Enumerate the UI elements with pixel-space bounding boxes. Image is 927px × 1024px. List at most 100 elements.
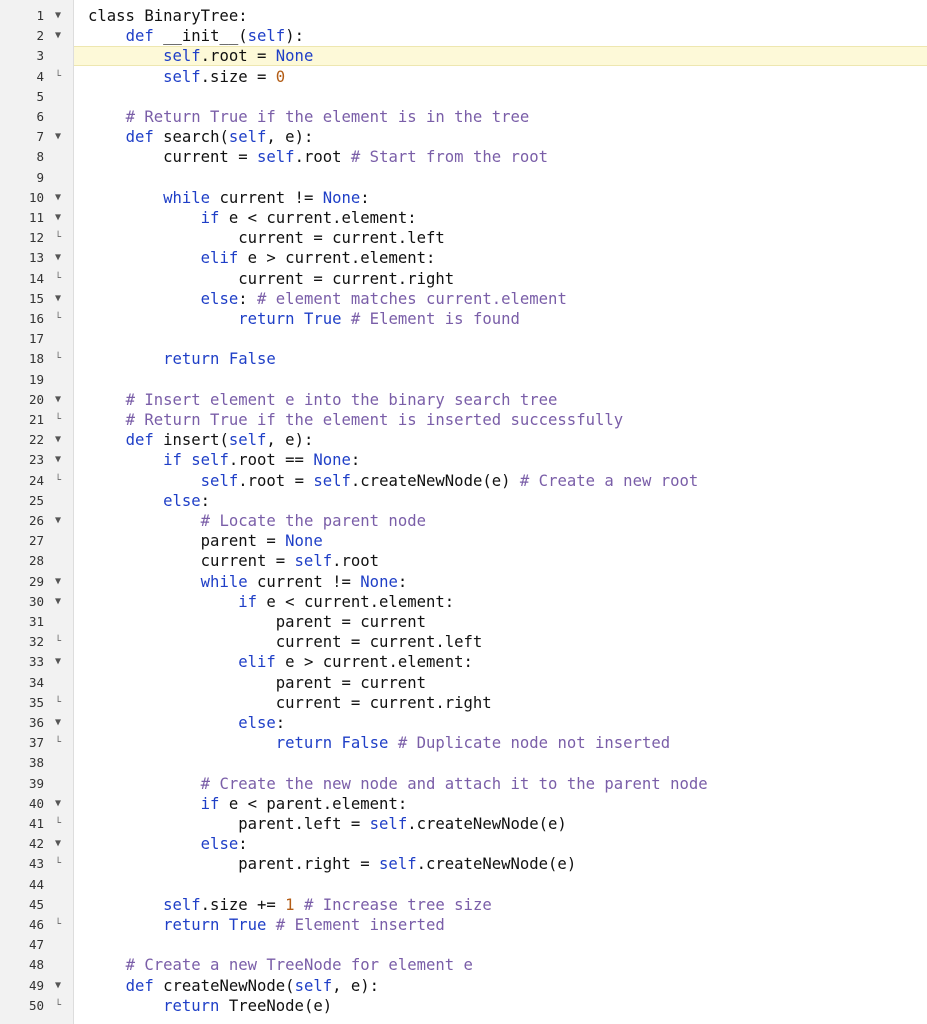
fold-arrow-icon[interactable]: ▼ (52, 248, 64, 268)
line-number: 21 (28, 412, 44, 427)
fold-arrow-icon[interactable]: ▼ (52, 188, 64, 208)
line-number: 43 (28, 856, 44, 872)
code-line[interactable]: def search(self, e): (74, 127, 927, 147)
line-number: 4 (36, 68, 44, 84)
code-line[interactable]: if self.root == None: (74, 450, 927, 470)
code-token: if (238, 592, 257, 611)
code-line[interactable]: current = current.left (74, 632, 927, 652)
code-line[interactable]: if e < parent.element: (74, 794, 927, 814)
code-token: current != (247, 572, 361, 591)
code-line[interactable]: # Return True if the element is in the t… (74, 107, 927, 127)
code-line[interactable]: parent = current (74, 673, 927, 693)
line-number: 17 (28, 331, 44, 347)
code-line[interactable]: def insert(self, e): (74, 430, 927, 450)
code-token: search( (153, 128, 229, 147)
code-line[interactable]: parent = None (74, 531, 927, 551)
code-token: # Return True if the element is in the t… (125, 108, 530, 126)
code-line[interactable]: parent.right = self.createNewNode(e) (74, 854, 927, 874)
code-token: .root = (238, 471, 314, 490)
code-line[interactable]: current = self.root # Start from the roo… (74, 147, 927, 167)
code-token: : (238, 289, 258, 308)
fold-arrow-icon[interactable]: ▼ (52, 572, 64, 592)
code-line[interactable]: return True # Element is found (74, 309, 927, 329)
fold-arrow-icon[interactable]: ▼ (52, 390, 64, 410)
code-line[interactable]: # Create a new TreeNode for element e (74, 955, 927, 975)
code-line[interactable]: return False (74, 349, 927, 369)
fold-arrow-icon[interactable]: ▼ (52, 450, 64, 470)
line-number: 12 (28, 230, 44, 246)
code-line[interactable]: if e < current.element: (74, 208, 927, 228)
code-line[interactable]: current = current.right (74, 693, 927, 713)
code-line[interactable] (74, 935, 927, 955)
code-line[interactable]: self.size = 0 (74, 67, 927, 87)
code-line[interactable]: # Insert element e into the binary searc… (74, 390, 927, 410)
line-number: 10 (28, 189, 44, 205)
fold-arrow-icon[interactable]: ▼ (52, 6, 64, 26)
code-line[interactable] (74, 329, 927, 349)
code-token: # Create a new TreeNode for element e (125, 956, 473, 975)
fold-arrow-icon[interactable]: ▼ (52, 26, 64, 46)
code-token: else (200, 289, 239, 308)
code-line[interactable]: class BinaryTree: (74, 6, 927, 26)
code-line[interactable] (74, 875, 927, 895)
code-line[interactable]: # Return True if the element is inserted… (74, 410, 927, 430)
code-line[interactable]: # Create the new node and attach it to t… (74, 774, 927, 794)
line-number: 37 (28, 735, 44, 751)
code-token: e < parent.element: (219, 794, 408, 813)
code-line[interactable]: else: # element matches current.element (74, 289, 927, 309)
code-token: .root = (200, 47, 276, 66)
line-number: 19 (28, 371, 44, 387)
fold-arrow-icon[interactable]: ▼ (52, 713, 64, 733)
code-line[interactable]: # Locate the parent node (74, 511, 927, 531)
code-token: current = current.left (88, 229, 445, 248)
line-number: 41 (28, 816, 44, 831)
code-line[interactable]: parent = current (74, 612, 927, 632)
code-line[interactable] (74, 753, 927, 773)
fold-arrow-icon[interactable]: ▼ (52, 976, 64, 996)
code-token: if (200, 209, 220, 227)
code-line[interactable]: if e < current.element: (74, 592, 927, 612)
code-line[interactable]: current = current.left (74, 228, 927, 248)
code-line[interactable]: return True # Element inserted (74, 915, 927, 935)
code-line[interactable] (74, 87, 927, 107)
code-line[interactable]: elif e > current.element: (74, 248, 927, 268)
line-number: 36 (28, 715, 44, 730)
code-line[interactable]: while current != None: (74, 572, 927, 592)
code-line[interactable]: def __init__(self): (74, 26, 927, 46)
code-line[interactable]: while current != None: (74, 188, 927, 208)
fold-arrow-icon[interactable]: ▼ (52, 289, 64, 309)
code-line[interactable]: self.root = self.createNewNode(e) # Crea… (74, 471, 927, 491)
code-line[interactable]: self.root = None (74, 46, 927, 67)
fold-arrow-icon[interactable]: ▼ (52, 127, 64, 147)
code-line[interactable]: self.size += 1 # Increase tree size (74, 895, 927, 915)
fold-arrow-icon[interactable]: ▼ (52, 834, 64, 854)
code-token: : (350, 451, 361, 470)
fold-arrow-icon[interactable]: ▼ (52, 208, 64, 228)
code-token: .size += (200, 895, 286, 914)
code-line[interactable]: else: (74, 834, 927, 854)
code-area[interactable]: class BinaryTree: def __init__(self): se… (74, 0, 927, 1024)
code-line[interactable]: def createNewNode(self, e): (74, 976, 927, 996)
code-token: createNewNode( (153, 976, 295, 995)
code-line[interactable]: current = current.right (74, 269, 927, 289)
fold-arrow-icon[interactable]: ▼ (52, 511, 64, 531)
fold-arrow-icon[interactable]: ▼ (52, 430, 64, 450)
code-line[interactable]: elif e > current.element: (74, 652, 927, 672)
code-line[interactable]: parent.left = self.createNewNode(e) (74, 814, 927, 834)
code-line[interactable] (74, 168, 927, 188)
fold-arrow-icon[interactable]: ▼ (52, 592, 64, 612)
code-line[interactable]: current = self.root (74, 551, 927, 571)
fold-arrow-icon[interactable]: ▼ (52, 794, 64, 814)
fold-arrow-icon[interactable]: ▼ (52, 652, 64, 672)
code-line[interactable] (74, 370, 927, 390)
code-line[interactable]: return False # Duplicate node not insert… (74, 733, 927, 753)
code-line[interactable]: return TreeNode(e) (74, 996, 927, 1016)
code-line[interactable]: else: (74, 713, 927, 733)
code-editor[interactable]: 1 ▼ 2 ▼ 3 4 └ 5 6 7 ▼ 8 9 10 ▼ 11 ▼ 12 └ 13 ▼ 14 └ 15 ▼ 16 └ 17 18 └ 1… (0, 0, 927, 1024)
code-token: current = current.right (88, 693, 492, 712)
code-line[interactable]: else: (74, 491, 927, 511)
